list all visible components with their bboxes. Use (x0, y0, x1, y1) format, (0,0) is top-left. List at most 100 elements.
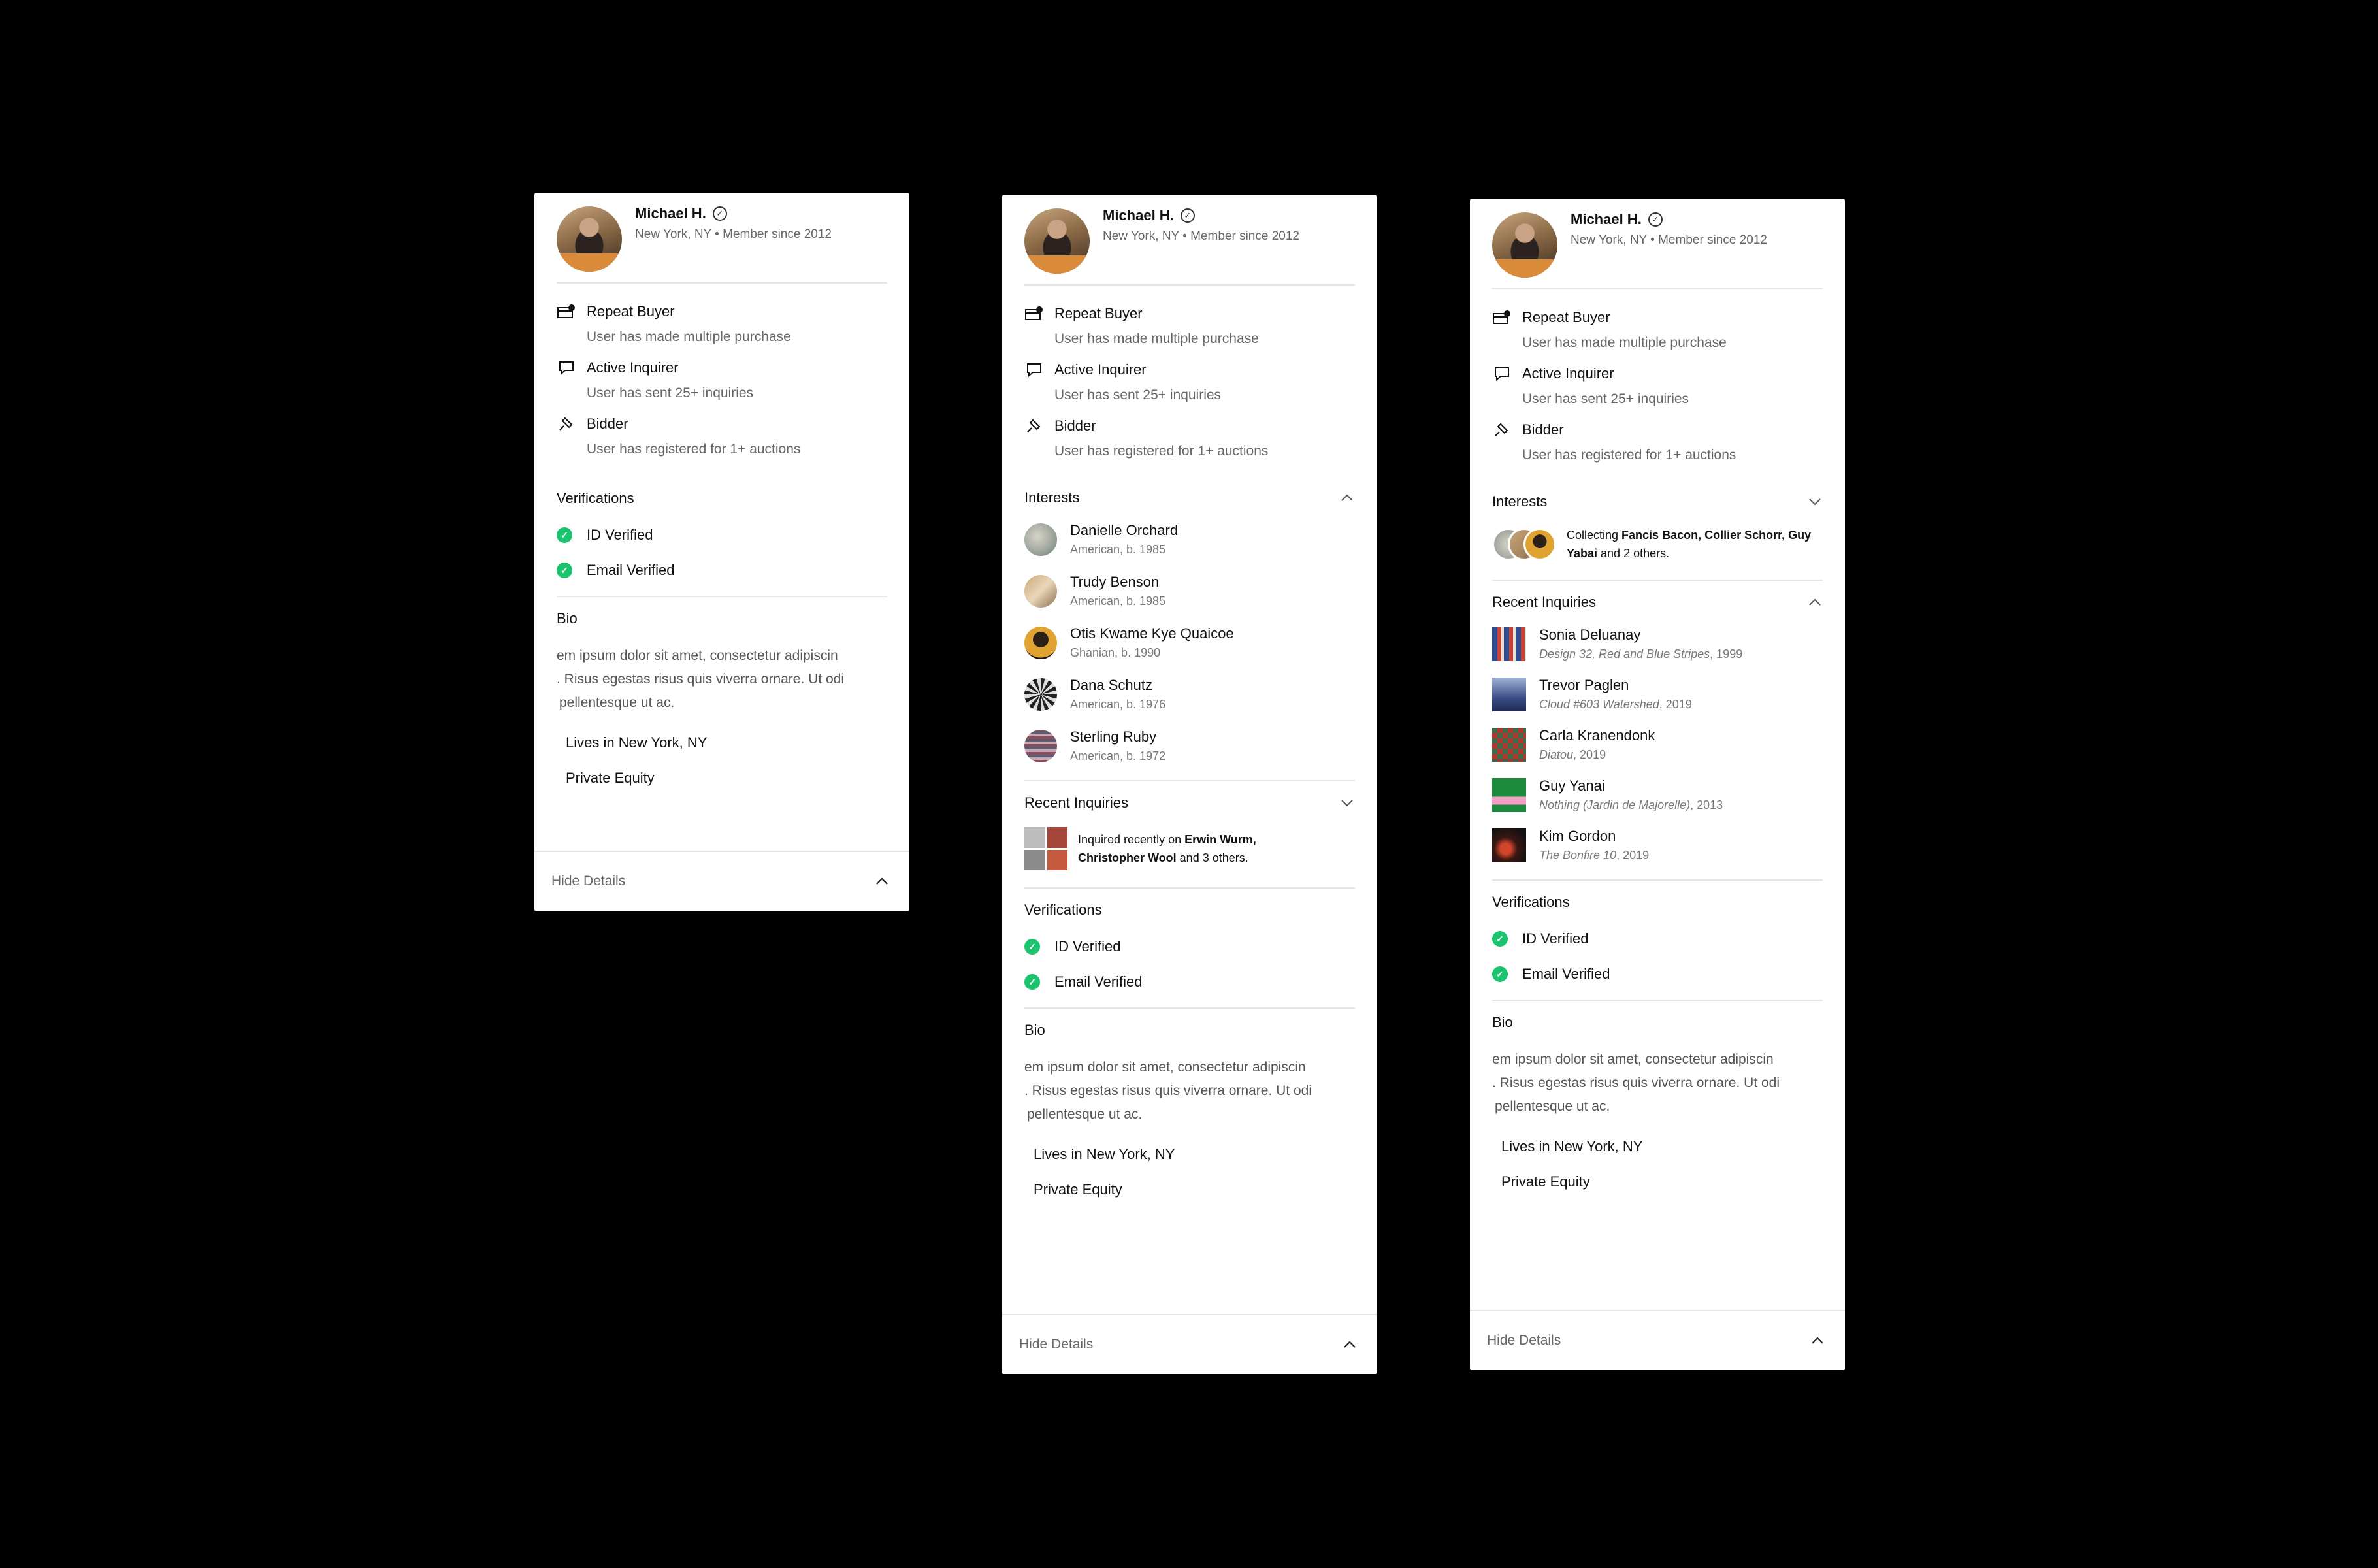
wallet-icon (1492, 310, 1512, 325)
interests-title: Interests (1492, 493, 1548, 510)
badge-repeat-buyer: Repeat Buyer User has made multiple purc… (1024, 305, 1355, 347)
bio-profession: Private Equity (1034, 1181, 1122, 1198)
interest-thumbnail-stack (1492, 528, 1556, 561)
bio-text: em ipsum dolor sit amet, consectetur adi… (557, 648, 845, 710)
hide-details-label: Hide Details (551, 874, 626, 889)
bio-section: Bio em ipsum dolor sit amet, consectetur… (1470, 1001, 1845, 1207)
artist-thumbnail (1523, 528, 1556, 561)
bio-section: Bio em ipsum dolor sit amet, consectetur… (534, 597, 909, 804)
recent-inquiries-header[interactable]: Recent Inquiries (1024, 794, 1355, 811)
recent-inquiries-section: Recent Inquiries Sonia Deluanay Design 32… (1470, 581, 1845, 879)
bio-title: Bio (1492, 1014, 1513, 1030)
inquiry-thumbnail-grid (1024, 827, 1067, 870)
check-circle-icon: ✓ (557, 527, 572, 543)
list-item[interactable]: Carla Kranendonk Diatou, 2019 (1492, 727, 1823, 762)
chat-icon (1492, 366, 1512, 382)
list-item[interactable]: Sterling Ruby American, b. 1972 (1024, 728, 1355, 763)
chevron-down-icon[interactable] (1807, 495, 1823, 509)
bio-location: Lives in New York, NY (1501, 1138, 1643, 1154)
list-item[interactable]: Otis Kwame Kye Quaicoe Ghanian, b. 1990 (1024, 625, 1355, 660)
artist-thumbnail (1024, 626, 1057, 659)
bio-location: Lives in New York, NY (566, 734, 708, 751)
chat-icon (1024, 362, 1044, 378)
chevron-down-icon[interactable] (1339, 796, 1355, 810)
profile-header: Michael H. ✓ New York, NY • Member since… (1470, 199, 1845, 288)
user-subline: New York, NY • Member since 2012 (635, 227, 832, 241)
gavel-icon (1024, 418, 1044, 434)
list-item[interactable]: Sonia Deluanay Design 32, Red and Blue St… (1492, 627, 1823, 661)
check-circle-icon: ✓ (1024, 974, 1040, 990)
list-item[interactable]: Trevor Paglen Cloud #603 Watershed, 2019 (1492, 677, 1823, 711)
interests-summary: Collecting Fancis Bacon, Collier Schorr,… (1492, 526, 1823, 563)
verifications-section: Verifications ✓ ID Verified ✓ Email Verifi… (1470, 881, 1845, 1000)
verified-check-icon: ✓ (1180, 208, 1195, 223)
artist-thumbnail (1024, 523, 1057, 556)
list-item[interactable]: Danielle Orchard American, b. 1985 (1024, 522, 1355, 557)
bio-text: em ipsum dolor sit amet, consectetur adi… (1492, 1052, 1780, 1114)
recent-inquiries-summary: Inquired recently on Erwin Wurm, Christo… (1024, 827, 1355, 870)
hide-details-toggle[interactable]: Hide Details (1470, 1310, 1845, 1370)
badge-bidder: Bidder User has registered for 1+ auctio… (557, 416, 887, 457)
badge-bidder: Bidder User has registered for 1+ auctio… (1492, 421, 1823, 463)
wallet-icon (1024, 306, 1044, 321)
user-subline: New York, NY • Member since 2012 (1103, 229, 1299, 243)
check-circle-icon: ✓ (1492, 931, 1508, 947)
list-item[interactable]: Kim Gordon The Bonfire 10, 2019 (1492, 828, 1823, 862)
wallet-icon (557, 304, 576, 319)
check-circle-icon: ✓ (1024, 939, 1040, 955)
profile-header: Michael H. ✓ New York, NY • Member since… (534, 193, 909, 282)
artwork-thumbnail (1492, 627, 1526, 661)
interests-section: Interests Collecting Fancis Bacon, Colli… (1470, 483, 1845, 580)
bio-text: em ipsum dolor sit amet, consectetur adi… (1024, 1060, 1312, 1122)
badge-active-inquirer: Active Inquirer User has sent 25+ inquir… (1492, 365, 1823, 407)
badge-repeat-buyer: Repeat Buyer User has made multiple purc… (1492, 309, 1823, 351)
list-item[interactable]: Trudy Benson American, b. 1985 (1024, 574, 1355, 608)
badge-repeat-buyer: Repeat Buyer User has made multiple purc… (557, 303, 887, 345)
verifications-title: Verifications (557, 490, 634, 506)
recent-inquiries-header[interactable]: Recent Inquiries (1492, 594, 1823, 611)
profile-card-collapsed: Michael H. ✓ New York, NY • Member since… (534, 193, 909, 911)
chevron-up-icon (1810, 1334, 1825, 1348)
bio-location: Lives in New York, NY (1034, 1146, 1175, 1162)
verifications-section: Verifications ✓ ID Verified ✓ Email Verifi… (1002, 889, 1377, 1007)
list-item[interactable]: Dana Schutz American, b. 1976 (1024, 677, 1355, 711)
bio-title: Bio (557, 610, 578, 627)
chevron-up-icon (1342, 1338, 1358, 1352)
chevron-up-icon[interactable] (1339, 491, 1355, 505)
artist-thumbnail (1024, 574, 1057, 608)
hide-details-toggle[interactable]: Hide Details (534, 851, 909, 911)
badge-list: Repeat Buyer User has made multiple purc… (1002, 286, 1377, 479)
artwork-thumbnail (1492, 677, 1526, 711)
chevron-up-icon[interactable] (1807, 596, 1823, 610)
artwork-thumbnail (1492, 727, 1526, 762)
interests-header[interactable]: Interests (1024, 489, 1355, 506)
verification-email: ✓ Email Verified (1492, 966, 1823, 983)
verification-id: ✓ ID Verified (1024, 938, 1355, 955)
artwork-thumbnail (1492, 777, 1526, 812)
check-circle-icon: ✓ (557, 563, 572, 578)
artwork-thumbnail (1492, 828, 1526, 862)
interests-header[interactable]: Interests (1492, 493, 1823, 510)
badge-list: Repeat Buyer User has made multiple purc… (534, 284, 909, 477)
hide-details-label: Hide Details (1019, 1337, 1094, 1352)
interest-artist-list: Danielle Orchard American, b. 1985 Trudy … (1024, 522, 1355, 763)
verification-id: ✓ ID Verified (1492, 930, 1823, 947)
verifications-title: Verifications (1492, 894, 1570, 910)
verification-id: ✓ ID Verified (557, 527, 887, 544)
interests-title: Interests (1024, 489, 1080, 506)
hide-details-toggle[interactable]: Hide Details (1002, 1314, 1377, 1374)
avatar (557, 206, 622, 272)
gavel-icon (557, 416, 576, 432)
avatar (1492, 212, 1557, 278)
list-item[interactable]: Guy Yanai Nothing (Jardin de Majorelle), … (1492, 777, 1823, 812)
hide-details-label: Hide Details (1487, 1333, 1561, 1348)
recent-inquiries-title: Recent Inquiries (1492, 594, 1596, 610)
chevron-up-icon (874, 875, 890, 889)
user-name: Michael H. (1103, 207, 1174, 223)
bio-profession: Private Equity (1501, 1173, 1590, 1190)
chat-icon (557, 360, 576, 376)
check-circle-icon: ✓ (1492, 966, 1508, 982)
bio-title: Bio (1024, 1022, 1045, 1038)
bio-section: Bio em ipsum dolor sit amet, consectetur… (1002, 1009, 1377, 1215)
verification-email: ✓ Email Verified (1024, 973, 1355, 990)
